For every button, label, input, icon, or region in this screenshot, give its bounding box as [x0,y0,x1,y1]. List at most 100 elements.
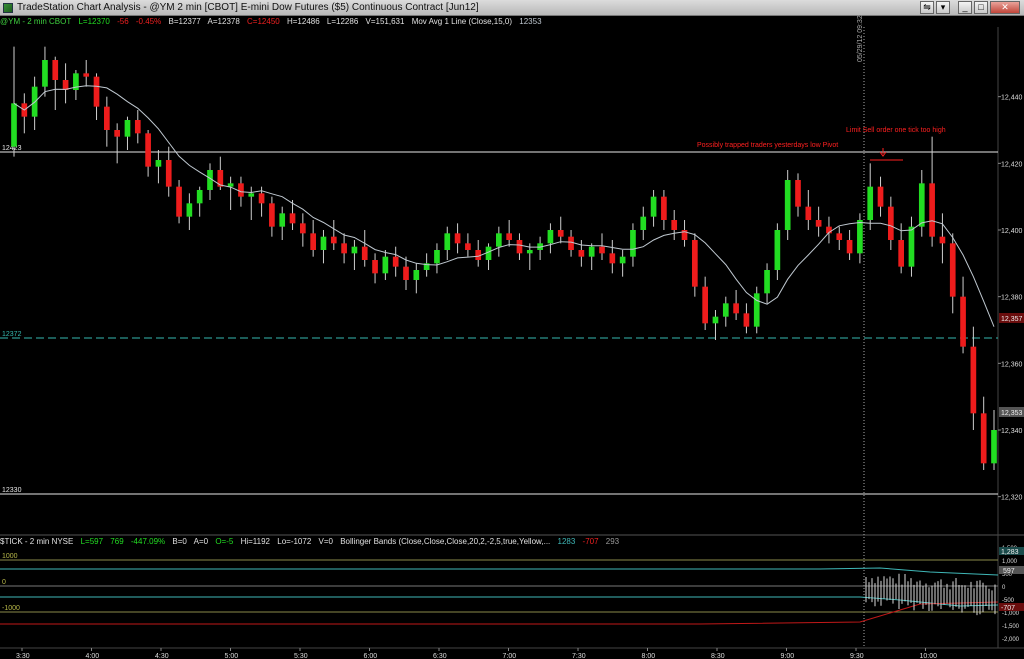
candle-body[interactable] [176,186,182,217]
candle-body[interactable] [145,133,151,167]
tick-label-zero: 0 [2,579,6,586]
candle-body[interactable] [11,103,17,147]
candle-body[interactable] [496,233,502,247]
tick-box-upper-label: 1,283 [1001,549,1019,556]
candle-body[interactable] [361,246,368,260]
bollinger-upper-band [0,567,999,576]
candle-body[interactable] [238,183,244,197]
candle-body[interactable] [743,313,750,327]
candle-body[interactable] [372,260,378,274]
candle-body[interactable] [784,180,791,230]
candle-body[interactable] [918,183,925,227]
candle-body[interactable] [526,250,533,254]
candle-body[interactable] [289,213,296,224]
candle-body[interactable] [650,196,657,217]
candle-body[interactable] [877,186,884,207]
candle-body[interactable] [939,236,946,244]
tick-axis: 1,5001,0005000-500-1,000-1,500-2,000 [1002,546,1020,643]
candle-body[interactable] [949,243,956,297]
candle-body[interactable] [764,270,770,294]
candle-body[interactable] [609,253,616,264]
candle-body[interactable] [310,233,316,250]
candle-body[interactable] [568,236,574,250]
time-axis-label: 4:00 [86,653,100,659]
candle-body[interactable] [815,220,822,227]
candle-body[interactable] [351,246,358,254]
candle-body[interactable] [454,233,461,244]
candle-body[interactable] [722,303,729,317]
candle-body[interactable] [444,233,451,250]
candle-body[interactable] [196,190,203,204]
candle-body[interactable] [547,230,554,244]
candle-body[interactable] [588,246,595,257]
candle-body[interactable] [186,203,193,217]
time-axis: 3:30 4:00 4:30 5:00 5:30 6:00 6:30 7:00 7:30 8:00… [16,648,937,659]
candle-body[interactable] [155,160,162,167]
candle-body[interactable] [888,206,894,240]
candle-body[interactable] [269,203,275,227]
candle-body[interactable] [908,226,915,267]
candle-body[interactable] [506,233,512,240]
candle-body[interactable] [795,180,801,207]
candle-body[interactable] [970,346,977,414]
candle-body[interactable] [320,236,327,250]
candle-body[interactable] [279,213,286,227]
candle-body[interactable] [867,186,874,220]
candle-body[interactable] [403,266,409,280]
chart-canvas[interactable]: 12423 12372 12330 05/29/12 09:32 Possibl… [0,0,1024,659]
price-axis-label: 12,380 [1001,295,1023,302]
candle-body[interactable] [516,240,523,254]
candle-body[interactable] [93,76,100,107]
candle-body[interactable] [991,430,997,464]
level-label-mid: 12372 [2,331,22,338]
candle-body[interactable] [434,250,440,264]
candle-body[interactable] [124,120,131,137]
candle-body[interactable] [712,316,719,324]
candle-body[interactable] [227,183,234,187]
price-axis-label: 12,400 [1001,228,1023,235]
candle-body[interactable] [165,160,172,187]
candle-body[interactable] [980,413,987,464]
candle-body[interactable] [836,233,843,240]
candle-body[interactable] [661,196,667,220]
candle-body[interactable] [134,120,141,134]
candle-body[interactable] [960,296,966,347]
candle-body[interactable] [83,73,90,77]
candle-body[interactable] [671,220,678,230]
candle-body[interactable] [929,183,935,237]
candle-body[interactable] [630,230,636,257]
candle-body[interactable] [258,193,265,204]
candle-body[interactable] [805,206,812,220]
candle-body[interactable] [619,256,626,264]
candle-body[interactable] [413,270,420,280]
candle-body[interactable] [114,130,120,137]
candle-body[interactable] [898,240,904,267]
candle-body[interactable] [702,286,708,324]
candle-body[interactable] [846,240,853,254]
candle-body[interactable] [599,246,605,254]
limit-sell-annotation: Limit Sell order one tick too high [846,127,946,134]
candle-body[interactable] [733,303,739,314]
time-axis-label: 6:00 [364,653,378,659]
time-axis-label: 10:00 [920,653,938,659]
tick-label-minus1000: -1000 [2,605,20,612]
candle-body[interactable] [42,60,48,87]
candle-body[interactable] [330,236,337,244]
candle-body[interactable] [557,230,564,237]
candle-body[interactable] [341,243,347,254]
tick-axis-label: 0 [1002,585,1006,591]
candle-body[interactable] [52,60,59,80]
candle-body[interactable] [104,106,110,130]
level-label-low: 12330 [2,487,22,494]
candle-body[interactable] [640,216,647,230]
candle-body[interactable] [248,193,255,197]
candle-body[interactable] [857,220,863,254]
candle-body[interactable] [774,230,781,270]
candle-body[interactable] [382,256,389,274]
candle-body[interactable] [300,223,306,234]
candle-body[interactable] [578,250,585,257]
time-axis-label: 5:00 [225,653,239,659]
candle-body[interactable] [465,243,471,250]
candle-body[interactable] [692,240,698,287]
candle-body[interactable] [392,256,399,267]
